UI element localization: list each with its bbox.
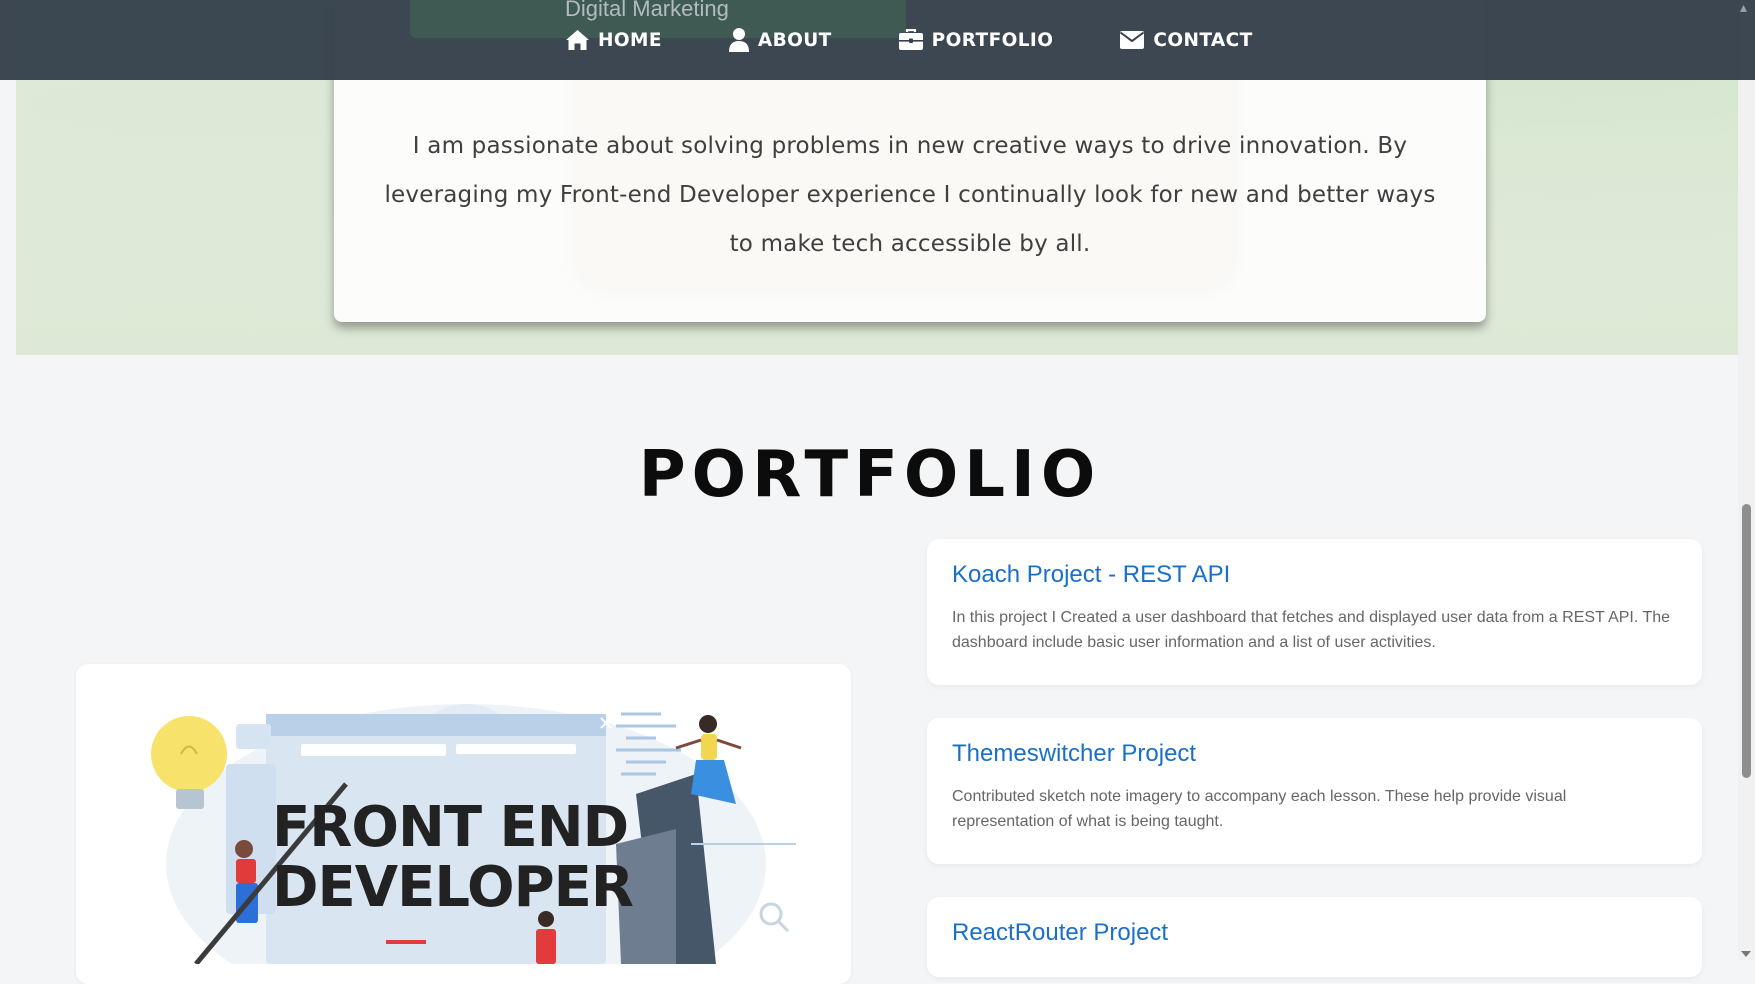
portfolio-heading: PORTFOLIO — [638, 438, 1102, 512]
project-description: In this project I Created a user dashboa… — [952, 609, 1671, 651]
nav-menu: HOME ABOUT PORTFOLIO CONTACT — [565, 0, 1253, 80]
project-card-themeswitcher[interactable]: Themeswitcher Project Contributed sketch… — [927, 718, 1702, 864]
scroll-up-arrow-icon[interactable]: ▴ — [1740, 0, 1747, 14]
nav-home-label: HOME — [598, 29, 662, 51]
nav-portfolio-label: PORTFOLIO — [931, 29, 1054, 51]
top-navigation: Digital Marketing HOME ABOUT PORTFOLIO C… — [0, 0, 1755, 80]
portfolio-image-card: FRONT END DEVELOPER — [76, 664, 851, 984]
illustration-heading: FRONT END DEVELOPER — [272, 798, 672, 918]
project-title-link[interactable]: Koach Project - REST API — [952, 561, 1677, 589]
page-scrollbar[interactable] — [1738, 0, 1755, 960]
nav-portfolio-link[interactable]: PORTFOLIO — [898, 29, 1054, 51]
envelope-icon — [1120, 31, 1145, 49]
nav-about-label: ABOUT — [757, 29, 832, 51]
project-title-link[interactable]: ReactRouter Project — [952, 919, 1677, 947]
briefcase-icon — [898, 29, 923, 50]
illustration-heading-line2: DEVELOPER — [272, 855, 634, 920]
about-text: I am passionate about solving problems i… — [384, 133, 1436, 257]
scroll-down-arrow-icon[interactable] — [1741, 951, 1751, 957]
nav-contact-label: CONTACT — [1153, 29, 1253, 51]
user-icon — [728, 28, 749, 52]
project-card-reactrouter[interactable]: ReactRouter Project — [927, 897, 1702, 977]
project-title-link[interactable]: Themeswitcher Project — [952, 740, 1677, 768]
project-card-koach[interactable]: Koach Project - REST API In this project… — [927, 539, 1702, 685]
scrollbar-thumb[interactable] — [1742, 504, 1751, 778]
nav-contact-link[interactable]: CONTACT — [1119, 30, 1252, 51]
illustration-heading-line1: FRONT END — [272, 795, 629, 860]
nav-about-link[interactable]: ABOUT — [728, 27, 832, 53]
nav-home-link[interactable]: HOME — [565, 29, 662, 51]
home-icon — [566, 30, 589, 50]
project-description: Contributed sketch note imagery to accom… — [952, 788, 1567, 830]
